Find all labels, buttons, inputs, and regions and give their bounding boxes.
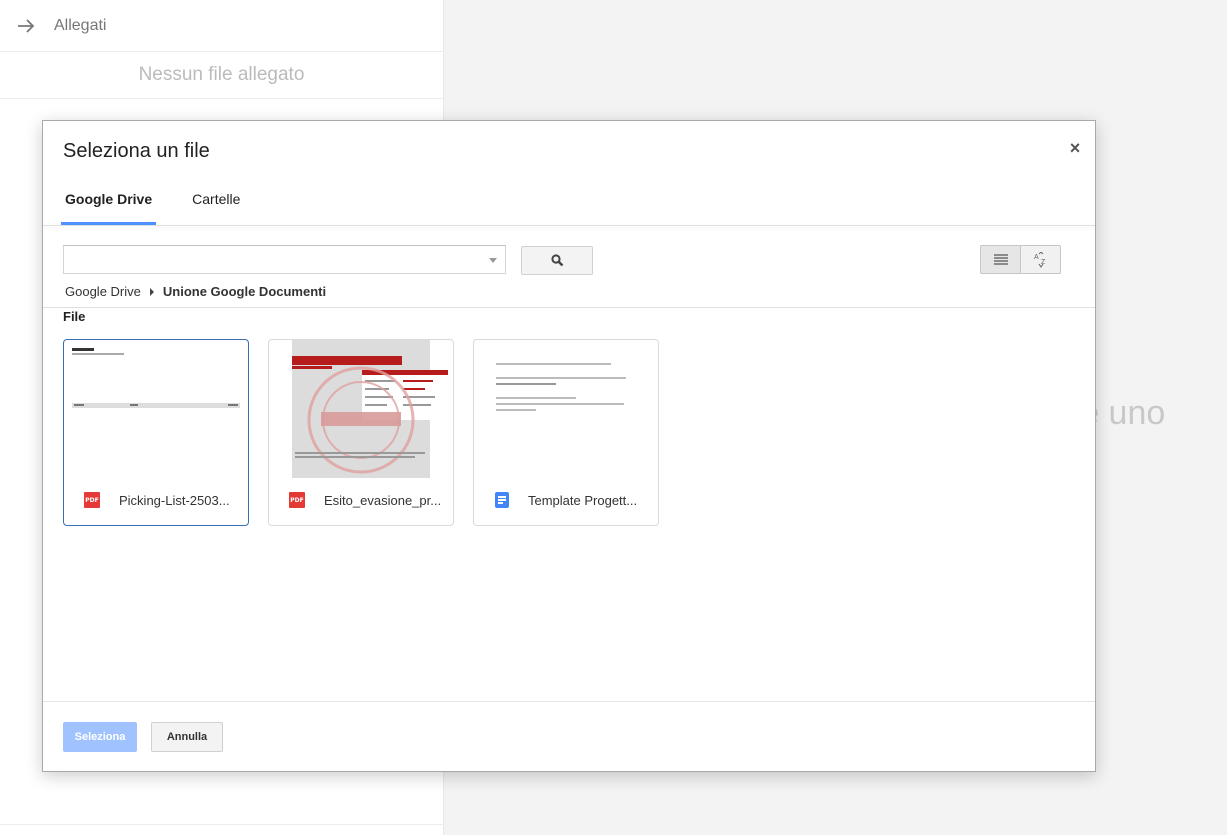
divider <box>0 824 443 825</box>
close-button[interactable]: × <box>1067 139 1083 157</box>
file-picker-dialog: Seleziona un file × Google Drive Cartell… <box>42 120 1096 772</box>
file-card[interactable]: Template Progett... <box>473 339 659 526</box>
view-options: A Z <box>980 245 1061 274</box>
cancel-button[interactable]: Annulla <box>151 722 223 752</box>
file-thumbnail <box>474 340 658 480</box>
select-button[interactable]: Seleziona <box>63 722 137 752</box>
file-footer: Template Progett... <box>494 492 654 508</box>
search-field[interactable] <box>64 246 476 271</box>
breadcrumb-current: Unione Google Documenti <box>162 284 327 299</box>
file-thumbnail <box>269 340 453 480</box>
file-thumbnail <box>64 340 248 480</box>
file-footer: PDF Picking-List-2503... <box>84 492 244 508</box>
file-name: Template Progett... <box>528 492 638 508</box>
sort-az-icon: A Z <box>1034 251 1046 268</box>
attachments-title: Allegati <box>54 16 107 34</box>
file-card[interactable]: PDF Picking-List-2503... <box>63 339 249 526</box>
search-button[interactable] <box>521 246 593 275</box>
chevron-down-icon[interactable] <box>489 258 497 263</box>
search-icon <box>550 254 563 267</box>
tab-bar: Google Drive Cartelle <box>61 181 276 225</box>
no-attachments-text: Nessun file allegato <box>0 52 443 99</box>
list-view-button[interactable] <box>980 245 1021 274</box>
search-input[interactable] <box>63 245 506 274</box>
dialog-title: Seleziona un file <box>63 140 210 162</box>
arrow-right-icon[interactable] <box>16 16 36 36</box>
list-view-icon <box>993 254 1008 265</box>
file-name: Esito_evasione_pr... <box>324 492 442 508</box>
file-footer: PDF Esito_evasione_pr... <box>289 492 449 508</box>
divider <box>43 307 1095 308</box>
divider <box>43 225 1095 226</box>
breadcrumb-separator-icon <box>149 287 154 296</box>
svg-text:A: A <box>1034 254 1039 261</box>
tab-google-drive[interactable]: Google Drive <box>61 181 157 225</box>
file-grid: PDF Picking-List-2503... PDF Esito_evasi… <box>63 339 678 526</box>
tab-folders[interactable]: Cartelle <box>188 181 244 225</box>
attachments-header: Allegati <box>0 0 443 52</box>
section-label-files: File <box>63 309 86 324</box>
pdf-icon: PDF <box>84 492 100 508</box>
breadcrumb: Google Drive Unione Google Documenti <box>65 284 326 299</box>
file-name: Picking-List-2503... <box>119 492 230 508</box>
svg-text:Z: Z <box>1041 259 1046 266</box>
divider <box>43 701 1095 702</box>
breadcrumb-root[interactable]: Google Drive <box>65 284 141 299</box>
pdf-icon: PDF <box>289 492 305 508</box>
sort-button[interactable]: A Z <box>1021 245 1061 274</box>
google-docs-icon <box>495 492 509 508</box>
file-card[interactable]: PDF Esito_evasione_pr... <box>268 339 454 526</box>
